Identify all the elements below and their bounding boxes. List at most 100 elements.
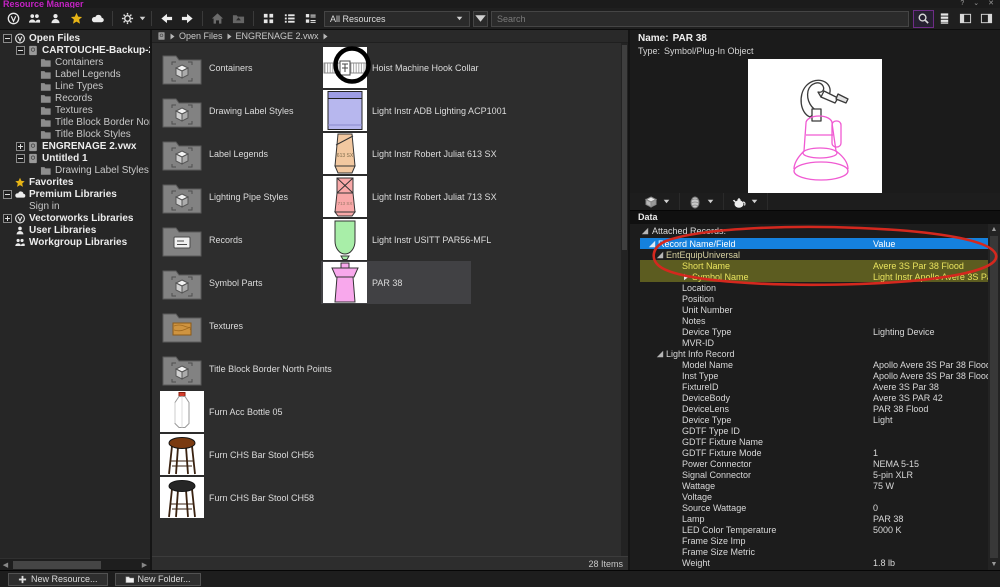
- magnifier-icon[interactable]: [913, 10, 934, 28]
- folder-up-icon[interactable]: [228, 10, 249, 28]
- scroll-left-icon[interactable]: ◀: [0, 559, 11, 571]
- breadcrumb-file[interactable]: ENGRENAGE 2.vwx: [236, 31, 319, 41]
- user-libraries-icon[interactable]: [45, 10, 66, 28]
- scroll-right-icon[interactable]: ▶: [139, 559, 150, 571]
- sidebar-item-engrenage-2-vwx[interactable]: ENGRENAGE 2.vwx: [0, 140, 150, 152]
- vectorworks-logo-icon[interactable]: [3, 10, 24, 28]
- record-row-short-name[interactable]: Short NameAvere 3S Par 38 Flood: [640, 260, 988, 271]
- record-row-led-color-temperature[interactable]: LED Color Temperature5000 K: [640, 524, 988, 535]
- panel-right-icon[interactable]: [976, 10, 997, 28]
- record-row-unit-number[interactable]: Unit Number: [640, 304, 988, 315]
- sidebar-item-textures[interactable]: Textures: [0, 104, 150, 116]
- record-row-power-connector[interactable]: Power ConnectorNEMA 5-15: [640, 458, 988, 469]
- collapse-box-icon[interactable]: [16, 154, 25, 163]
- resource-item-furn-acc-bottle-05[interactable]: Furn Acc Bottle 05: [158, 390, 308, 433]
- record-row-frame-size-metric[interactable]: Frame Size Metric: [640, 546, 988, 557]
- sidebar-item-sign-in[interactable]: Sign in: [0, 200, 150, 212]
- gear-icon[interactable]: [117, 10, 138, 28]
- home-icon[interactable]: [207, 10, 228, 28]
- resource-item-furn-chs-bar-stool-ch58[interactable]: Furn CHS Bar Stool CH58: [158, 476, 308, 519]
- render-mode-button[interactable]: [636, 193, 680, 210]
- scrollbar-thumb[interactable]: [13, 561, 101, 569]
- record-row-devicelens[interactable]: DeviceLensPAR 38 Flood: [640, 403, 988, 414]
- new-resource-button[interactable]: New Resource...: [8, 573, 108, 586]
- resource-list-scrollbar[interactable]: [621, 43, 628, 556]
- scroll-up-icon[interactable]: ▲: [988, 224, 1000, 235]
- record-row-source-wattage[interactable]: Source Wattage0: [640, 502, 988, 513]
- resource-item-drawing-label-styles[interactable]: Drawing Label Styles: [158, 89, 308, 132]
- record-row-gdtf-fixture-mode[interactable]: GDTF Fixture Mode1: [640, 447, 988, 458]
- sidebar-item-records[interactable]: Records: [0, 92, 150, 104]
- resource-filter-select[interactable]: All Resources: [324, 11, 470, 27]
- forward-arrow-icon[interactable]: [177, 10, 198, 28]
- rows-icon[interactable]: [934, 10, 955, 28]
- resource-item-light-instr-adb-lighting-acp1001[interactable]: Light Instr ADB Lighting ACP1001: [321, 89, 471, 132]
- sidebar-item-label-legends[interactable]: Label Legends: [0, 68, 150, 80]
- resource-item-light-instr-robert-juliat-713-sx[interactable]: 713 SXLight Instr Robert Juliat 713 SX: [321, 175, 471, 218]
- record-row-mvr-id[interactable]: MVR-ID: [640, 337, 988, 348]
- collapse-box-icon[interactable]: [16, 46, 25, 55]
- record-row-wattage[interactable]: Wattage75 W: [640, 480, 988, 491]
- preview-object-button[interactable]: [680, 193, 724, 210]
- sidebar-item-drawing-label-styles[interactable]: Drawing Label Styles: [0, 164, 150, 176]
- resource-item-light-instr-robert-juliat-613-sx[interactable]: 613 SXLight Instr Robert Juliat 613 SX: [321, 132, 471, 175]
- sidebar-item-title-block-styles[interactable]: Title Block Styles: [0, 128, 150, 140]
- record-row-signal-connector[interactable]: Signal Connector5-pin XLR: [640, 469, 988, 480]
- record-row-device-type[interactable]: Device TypeLighting Device: [640, 326, 988, 337]
- expand-box-icon[interactable]: [3, 214, 12, 223]
- resource-item-light-instr-usitt-par56-mfl[interactable]: Light Instr USITT PAR56-MFL: [321, 218, 471, 261]
- list-view-icon[interactable]: [279, 10, 300, 28]
- resource-item-title-block-border-north-points[interactable]: Title Block Border North Points: [158, 347, 308, 390]
- record-row-location[interactable]: Location: [640, 282, 988, 293]
- filter-options-dropdown[interactable]: [473, 11, 488, 27]
- sidebar-item-containers[interactable]: Containers: [0, 56, 150, 68]
- sidebar-item-cartouche-backup-2025010213[interactable]: CARTOUCHE-Backup-2025010213: [0, 44, 150, 56]
- preview-scene-button[interactable]: [724, 193, 768, 210]
- sidebar-item-workgroup-libraries[interactable]: Workgroup Libraries: [0, 236, 150, 248]
- record-row-lamp[interactable]: LampPAR 38: [640, 513, 988, 524]
- sidebar-item-favorites[interactable]: Favorites: [0, 176, 150, 188]
- record-row-gdtf-type-id[interactable]: GDTF Type ID: [640, 425, 988, 436]
- sidebar-item-title-block-border-north-point[interactable]: Title Block Border North Point: [0, 116, 150, 128]
- resource-item-records[interactable]: Records: [158, 218, 308, 261]
- search-input[interactable]: [492, 14, 908, 24]
- expand-box-icon[interactable]: [16, 142, 25, 151]
- record-row-fixtureid[interactable]: FixtureIDAvere 3S Par 38: [640, 381, 988, 392]
- favorites-star-icon[interactable]: [66, 10, 87, 28]
- resource-item-lighting-pipe-styles[interactable]: Lighting Pipe Styles: [158, 175, 308, 218]
- collapse-box-icon[interactable]: [3, 190, 12, 199]
- data-scrollbar[interactable]: ▲ ▼: [988, 224, 1000, 570]
- cloud-libraries-icon[interactable]: [87, 10, 108, 28]
- collapse-box-icon[interactable]: [3, 34, 12, 43]
- record-row-light-info-record[interactable]: Light Info Record: [640, 348, 988, 359]
- resource-item-furn-chs-bar-stool-ch56[interactable]: Furn CHS Bar Stool CH56: [158, 433, 308, 476]
- close-icon[interactable]: ✕: [988, 0, 994, 8]
- record-row-voltage[interactable]: Voltage: [640, 491, 988, 502]
- panel-left-icon[interactable]: [955, 10, 976, 28]
- sidebar-item-premium-libraries[interactable]: Premium Libraries: [0, 188, 150, 200]
- back-arrow-icon[interactable]: [156, 10, 177, 28]
- record-row-position[interactable]: Position: [640, 293, 988, 304]
- new-folder-button[interactable]: New Folder...: [115, 573, 201, 586]
- sidebar-item-vectorworks-libraries[interactable]: Vectorworks Libraries: [0, 212, 150, 224]
- record-table-header[interactable]: Record Name/FieldValue: [640, 238, 988, 249]
- record-row-model-name[interactable]: Model NameApollo Avere 3S Par 38 Flood: [640, 359, 988, 370]
- attached-records-row[interactable]: Attached Records:: [630, 224, 1000, 238]
- record-row-notes[interactable]: Notes: [640, 315, 988, 326]
- record-row-weight[interactable]: Weight1.8 lb: [640, 557, 988, 568]
- collapse-icon[interactable]: ⌄: [973, 0, 979, 8]
- sidebar-item-user-libraries[interactable]: User Libraries: [0, 224, 150, 236]
- breadcrumb-open-files[interactable]: Open Files: [179, 31, 223, 41]
- resource-item-label-legends[interactable]: Label Legends: [158, 132, 308, 175]
- gear-dropdown-icon[interactable]: [138, 11, 147, 27]
- scrollbar-thumb[interactable]: [990, 236, 998, 558]
- resource-item-textures[interactable]: Textures: [158, 304, 308, 347]
- resource-item-par-38[interactable]: PAR 38: [321, 261, 471, 304]
- record-row-devicebody[interactable]: DeviceBodyAvere 3S PAR 42: [640, 392, 988, 403]
- chevron-down-icon[interactable]: [750, 194, 759, 210]
- chevron-down-icon[interactable]: [706, 194, 715, 210]
- resource-item-containers[interactable]: Containers: [158, 46, 308, 89]
- record-row-symbol-name[interactable]: Symbol NameLight Instr Apollo Avere 3S P…: [640, 271, 988, 282]
- detail-view-icon[interactable]: [300, 10, 321, 28]
- sidebar-item-open-files[interactable]: Open Files: [0, 32, 150, 44]
